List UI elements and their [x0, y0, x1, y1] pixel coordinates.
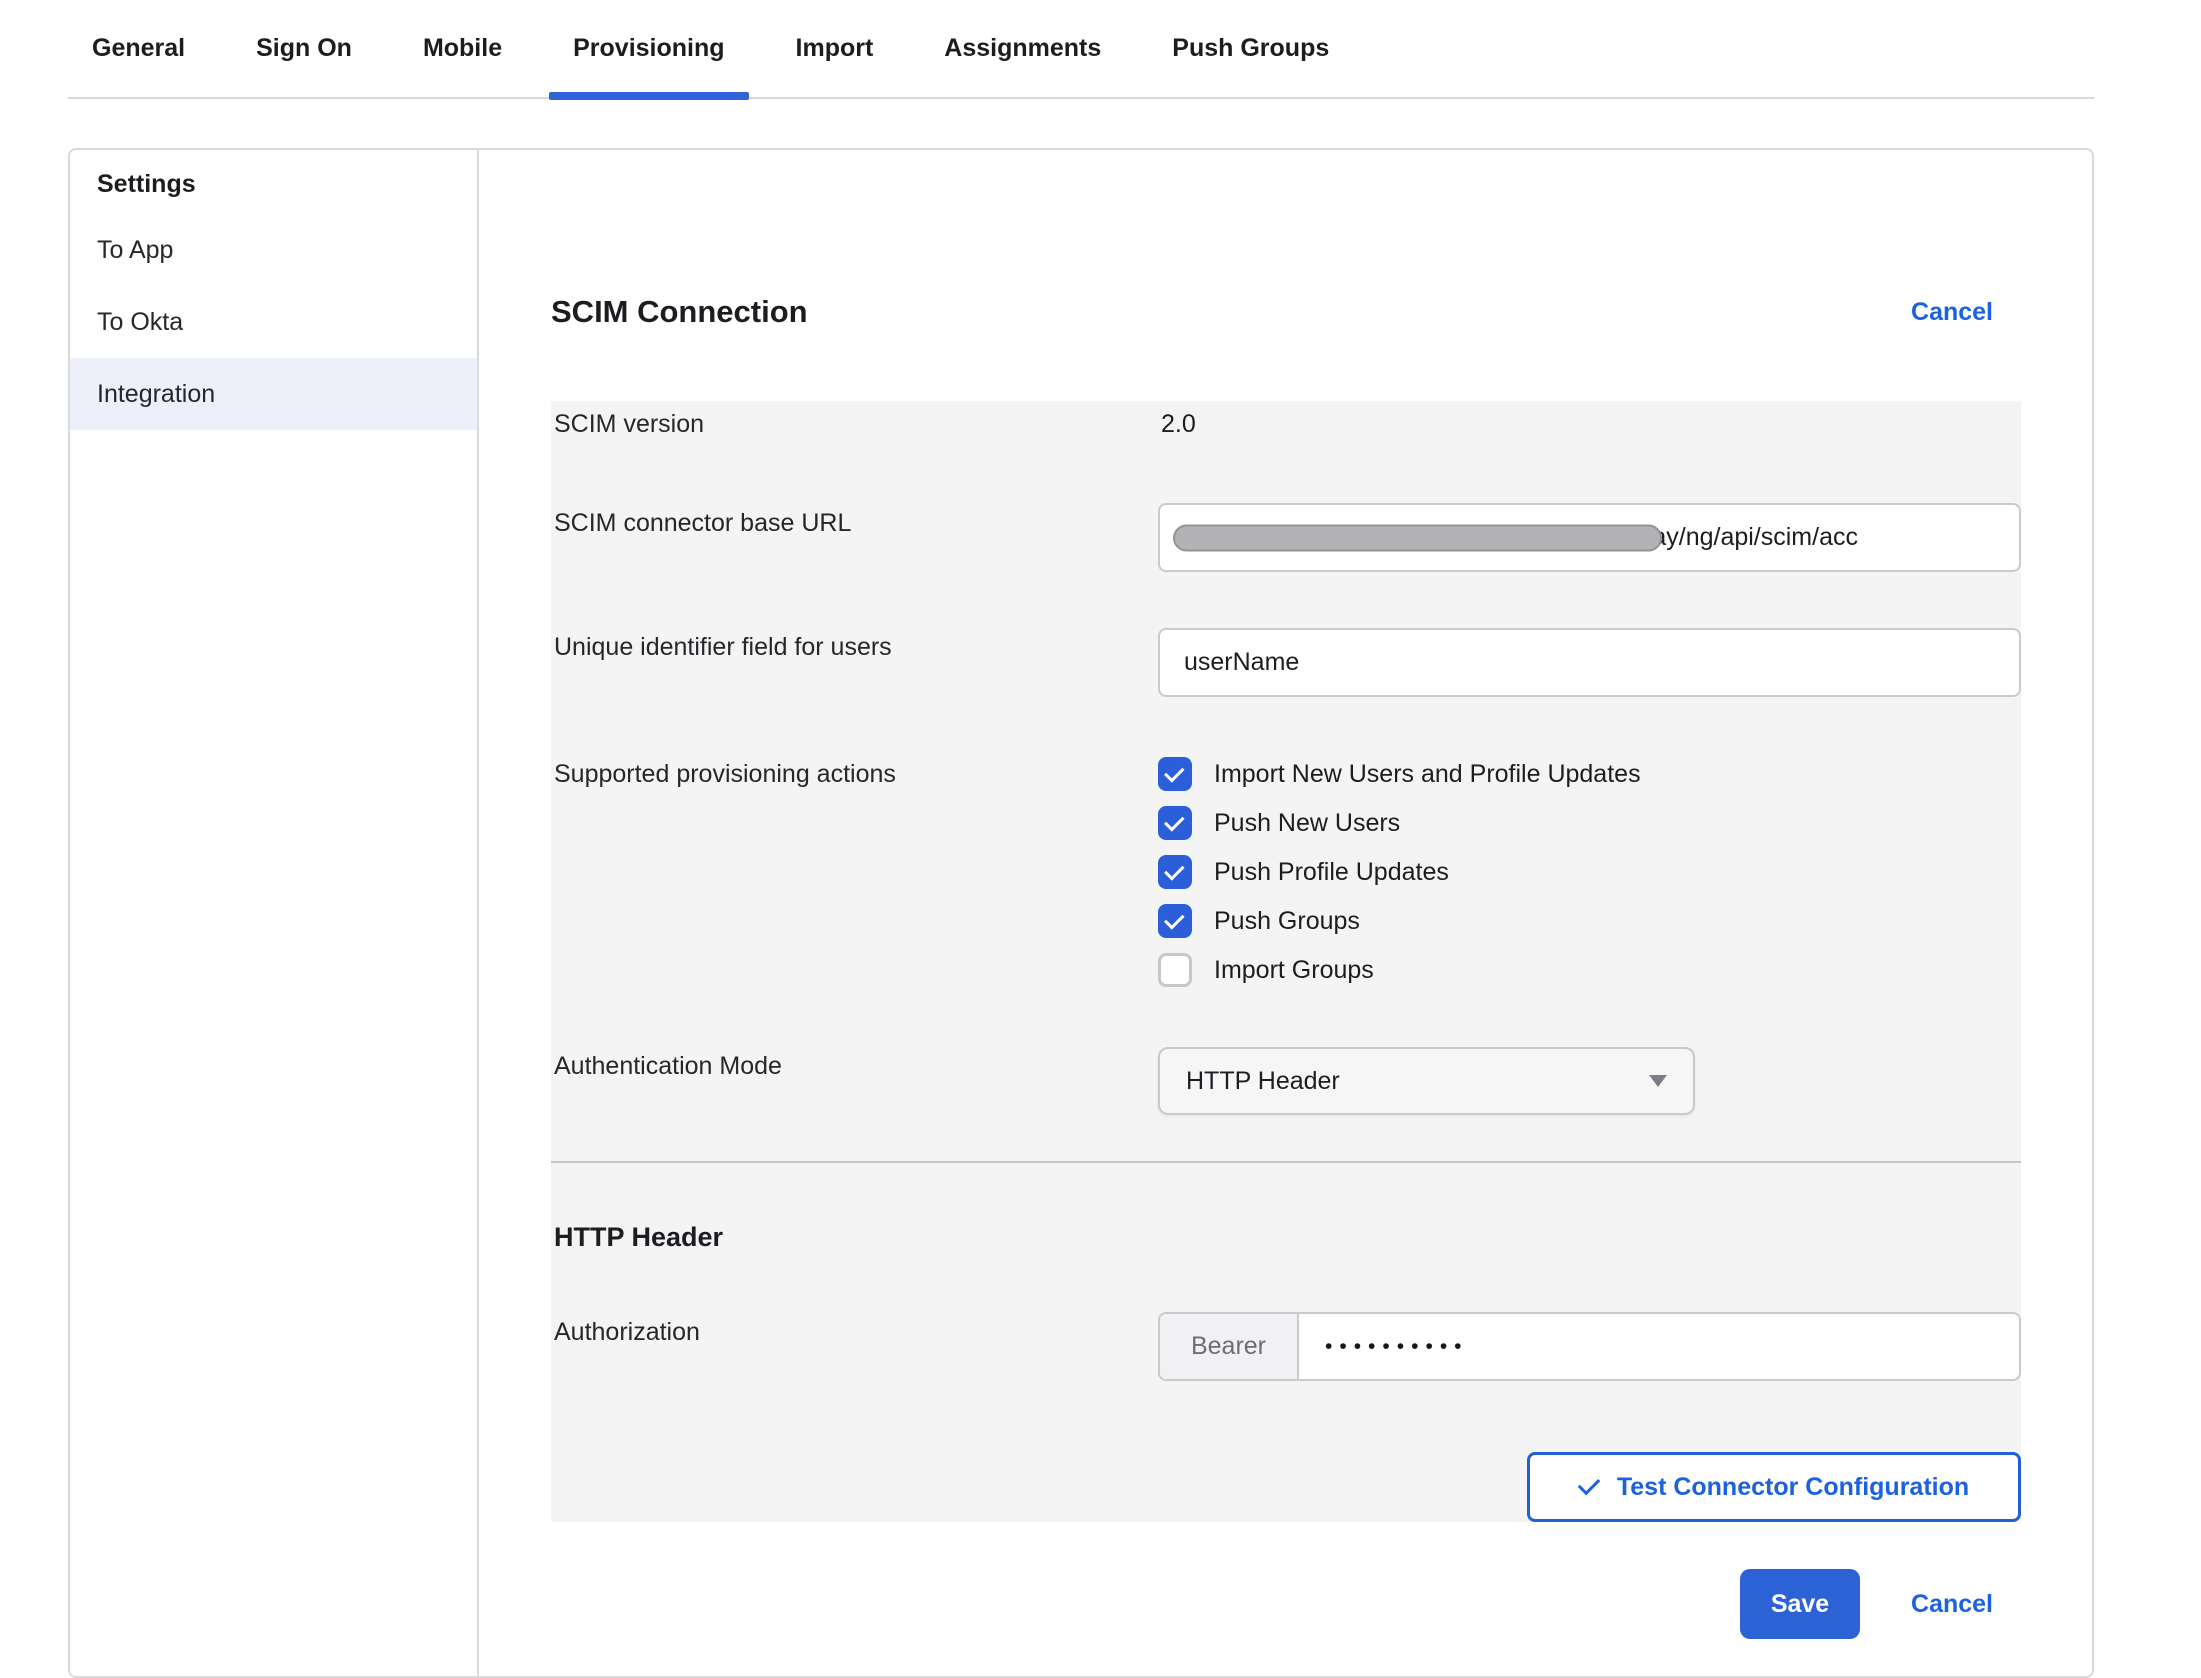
option-push-groups[interactable]: Push Groups: [1158, 904, 2021, 938]
unique-id-row: Unique identifier field for users userNa…: [551, 628, 2021, 697]
auth-mode-row: Authentication Mode HTTP Header: [551, 1047, 2021, 1115]
authorization-label: Authorization: [551, 1312, 1158, 1381]
cancel-link-top[interactable]: Cancel: [1911, 298, 1993, 327]
app-tab-bar: General Sign On Mobile Provisioning Impo…: [68, 0, 2094, 99]
option-push-profile-updates[interactable]: Push Profile Updates: [1158, 855, 2021, 889]
check-icon: [1578, 1473, 1601, 1496]
provisioning-actions-label: Supported provisioning actions: [551, 757, 1158, 987]
authorization-token-input[interactable]: ••••••••••: [1299, 1314, 1469, 1379]
scim-form-panel: SCIM version 2.0 SCIM connector base URL…: [551, 401, 2021, 1522]
option-import-new-users[interactable]: Import New Users and Profile Updates: [1158, 757, 2021, 791]
page-header: SCIM Connection Cancel: [551, 292, 2021, 332]
option-label: Push New Users: [1214, 809, 1400, 838]
base-url-row: SCIM connector base URL https://h5lzl-13…: [551, 503, 2021, 572]
tab-import[interactable]: Import: [772, 0, 898, 98]
provisioning-panel: Settings To App To Okta Integration SCIM…: [68, 148, 2094, 1678]
test-connector-label: Test Connector Configuration: [1617, 1473, 1969, 1502]
checkbox-unchecked-icon[interactable]: [1158, 953, 1192, 987]
http-header-section-title: HTTP Header: [551, 1222, 2021, 1252]
tab-push-groups[interactable]: Push Groups: [1148, 0, 1353, 98]
sidebar-item-integration[interactable]: Integration: [70, 358, 477, 430]
settings-sidebar: Settings To App To Okta Integration: [70, 150, 479, 1676]
scim-version-label: SCIM version: [551, 412, 1158, 437]
authorization-row: Authorization Bearer ••••••••••: [551, 1312, 2021, 1381]
authorization-input-group: Bearer ••••••••••: [1158, 1312, 2021, 1381]
tab-assignments[interactable]: Assignments: [920, 0, 1125, 98]
auth-mode-value: HTTP Header: [1186, 1067, 1340, 1096]
option-label: Import Groups: [1214, 956, 1374, 985]
option-import-groups[interactable]: Import Groups: [1158, 953, 2021, 987]
unique-id-label: Unique identifier field for users: [551, 628, 1158, 697]
auth-mode-label: Authentication Mode: [551, 1047, 1158, 1115]
scim-version-row: SCIM version 2.0: [551, 401, 2021, 437]
test-connector-row: Test Connector Configuration: [551, 1452, 2021, 1522]
tab-general[interactable]: General: [68, 0, 209, 98]
sidebar-item-to-okta[interactable]: To Okta: [70, 286, 477, 358]
base-url-input[interactable]: https://h5lzl-135-19-67-149.ngrok.io/gat…: [1158, 503, 2021, 572]
main-content: SCIM Connection Cancel SCIM version 2.0 …: [479, 150, 2092, 1676]
checkbox-checked-icon[interactable]: [1158, 904, 1192, 938]
checkbox-checked-icon[interactable]: [1158, 855, 1192, 889]
tab-mobile[interactable]: Mobile: [399, 0, 526, 98]
tab-sign-on[interactable]: Sign On: [232, 0, 376, 98]
cancel-link-bottom[interactable]: Cancel: [1911, 1590, 1993, 1619]
sidebar-title: Settings: [70, 164, 477, 204]
scim-version-value: 2.0: [1158, 412, 2021, 437]
option-label: Push Groups: [1214, 907, 1360, 936]
chevron-down-icon: [1649, 1075, 1667, 1087]
option-label: Import New Users and Profile Updates: [1214, 760, 1641, 789]
page-title: SCIM Connection: [551, 294, 808, 330]
unique-id-input[interactable]: userName: [1158, 628, 2021, 697]
checkbox-checked-icon[interactable]: [1158, 806, 1192, 840]
redaction-bar: [1173, 524, 1662, 551]
option-push-new-users[interactable]: Push New Users: [1158, 806, 2021, 840]
tab-provisioning[interactable]: Provisioning: [549, 0, 748, 98]
form-actions: Save Cancel: [551, 1569, 2021, 1639]
sidebar-item-to-app[interactable]: To App: [70, 214, 477, 286]
test-connector-button[interactable]: Test Connector Configuration: [1527, 1452, 2021, 1522]
checkbox-checked-icon[interactable]: [1158, 757, 1192, 791]
save-button[interactable]: Save: [1740, 1569, 1860, 1639]
base-url-label: SCIM connector base URL: [551, 503, 1158, 572]
option-label: Push Profile Updates: [1214, 858, 1449, 887]
bearer-prefix: Bearer: [1160, 1314, 1299, 1379]
provisioning-actions-row: Supported provisioning actions Import Ne…: [551, 757, 2021, 987]
auth-mode-select[interactable]: HTTP Header: [1158, 1047, 1695, 1115]
section-divider: [551, 1161, 2021, 1163]
